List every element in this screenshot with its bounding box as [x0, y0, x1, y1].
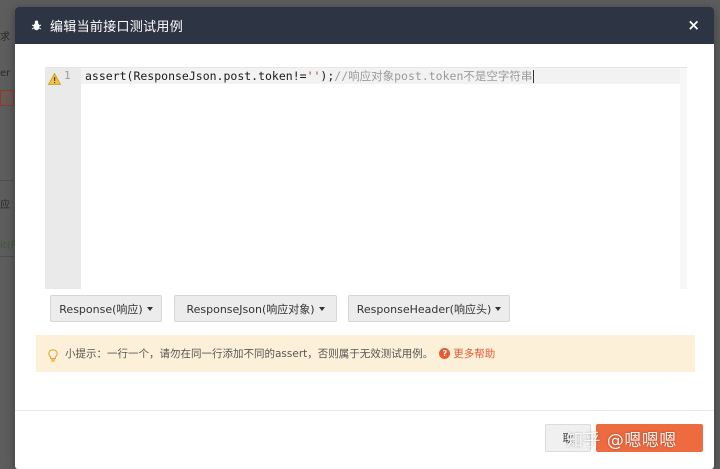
code-comment: //响应对象post.token不是空字符串 [334, 69, 533, 83]
code-line[interactable]: assert(ResponseJson.post.token!='');//响应… [85, 68, 535, 84]
help-icon[interactable]: ? [439, 348, 451, 359]
lightbulb-icon [48, 347, 58, 362]
response-dropdown-button[interactable]: Response(响应) [50, 295, 162, 322]
editor-scrollbar[interactable] [680, 68, 687, 289]
more-help-link[interactable]: 更多帮助 [453, 346, 495, 361]
edit-test-case-modal: 编辑当前接口测试用例 × 1 assert(ResponseJson.post.… [15, 7, 714, 469]
footer-divider [15, 410, 714, 411]
code-text: assert(ResponseJson.post.token!= [85, 69, 307, 83]
bug-icon [31, 20, 42, 31]
background-input [0, 90, 14, 106]
close-button[interactable]: × [687, 16, 700, 34]
code-editor[interactable]: 1 assert(ResponseJson.post.token!='');//… [45, 67, 687, 289]
chevron-down-icon [495, 306, 502, 311]
line-number: 1 [64, 69, 71, 82]
text-cursor [533, 70, 535, 83]
background-divider [0, 256, 14, 257]
background-text: 求 [0, 32, 10, 43]
modal-header: 编辑当前接口测试用例 × [15, 7, 714, 44]
background-text: 应 [0, 200, 10, 211]
button-label: Response(响应) [59, 302, 143, 316]
button-label: ResponseJson(响应对象) [186, 302, 315, 316]
warning-icon [47, 70, 62, 85]
response-header-dropdown-button[interactable]: ResponseHeader(响应头) [348, 295, 510, 322]
confirm-button[interactable] [596, 424, 703, 452]
chevron-down-icon [146, 306, 153, 311]
button-label: ResponseHeader(响应头) [356, 302, 492, 316]
code-text: ); [320, 69, 335, 83]
tip-text: 小提示：一行一个，请勿在同一行添加不同的assert，否则属于无效测试用例。 [65, 348, 434, 360]
code-string: '' [306, 69, 321, 83]
background-divider [0, 180, 14, 181]
background-text: er [0, 68, 11, 79]
cancel-button[interactable]: 取 [545, 424, 591, 452]
tip-bar: 小提示：一行一个，请勿在同一行添加不同的assert，否则属于无效测试用例。 ?… [36, 335, 695, 372]
editor-gutter: 1 [45, 68, 81, 289]
cancel-label: 取 [562, 432, 574, 445]
chevron-down-icon [318, 306, 325, 311]
response-json-dropdown-button[interactable]: ResponseJson(响应对象) [174, 295, 337, 322]
modal-title: 编辑当前接口测试用例 [50, 20, 184, 35]
